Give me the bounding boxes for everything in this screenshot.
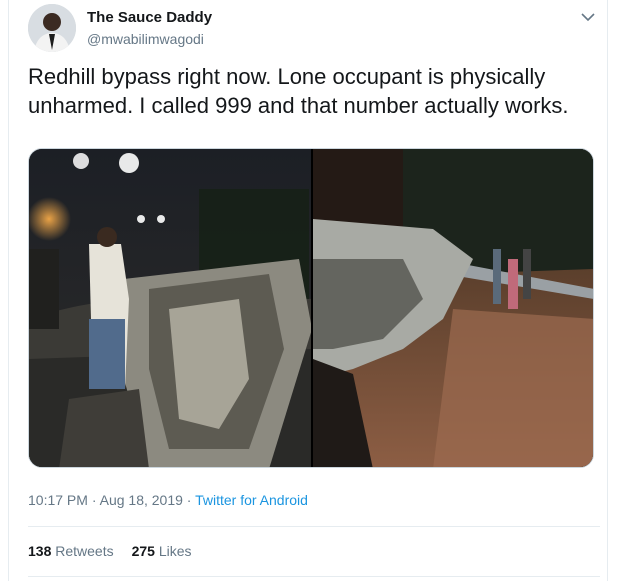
likes-count: 275 — [131, 543, 155, 559]
divider — [28, 526, 600, 527]
crash-photo-left[interactable] — [29, 149, 311, 467]
author-handle[interactable]: @mwabilimwagodi — [87, 31, 204, 47]
tweet-stats: 138 Retweets 275 Likes — [28, 543, 210, 559]
tweet-date[interactable]: Aug 18, 2019 — [100, 492, 183, 508]
meta-separator: · — [87, 492, 100, 508]
tweet-text: Redhill bypass right now. Lone occupant … — [28, 64, 569, 118]
likes-stat[interactable]: 275 Likes — [132, 543, 192, 559]
tweet-source-link[interactable]: Twitter for Android — [195, 492, 308, 508]
avatar[interactable] — [28, 4, 76, 52]
meta-separator: · — [182, 492, 196, 508]
divider — [28, 576, 600, 577]
crash-photo-right[interactable] — [313, 149, 593, 467]
retweets-stat[interactable]: 138 Retweets — [28, 543, 114, 559]
retweets-count: 138 — [28, 543, 52, 559]
author-name[interactable]: The Sauce Daddy — [87, 9, 212, 26]
retweets-label: Retweets — [55, 543, 114, 559]
tweet-media[interactable] — [28, 148, 594, 468]
likes-label: Likes — [158, 543, 192, 559]
tweet-time[interactable]: 10:17 PM — [28, 492, 88, 508]
chevron-down-icon[interactable] — [579, 8, 597, 26]
tweet-card: The Sauce Daddy @mwabilimwagodi Redhill … — [8, 0, 608, 581]
tweet-meta: 10:17 PM · Aug 18, 2019 · Twitter for An… — [28, 492, 308, 508]
